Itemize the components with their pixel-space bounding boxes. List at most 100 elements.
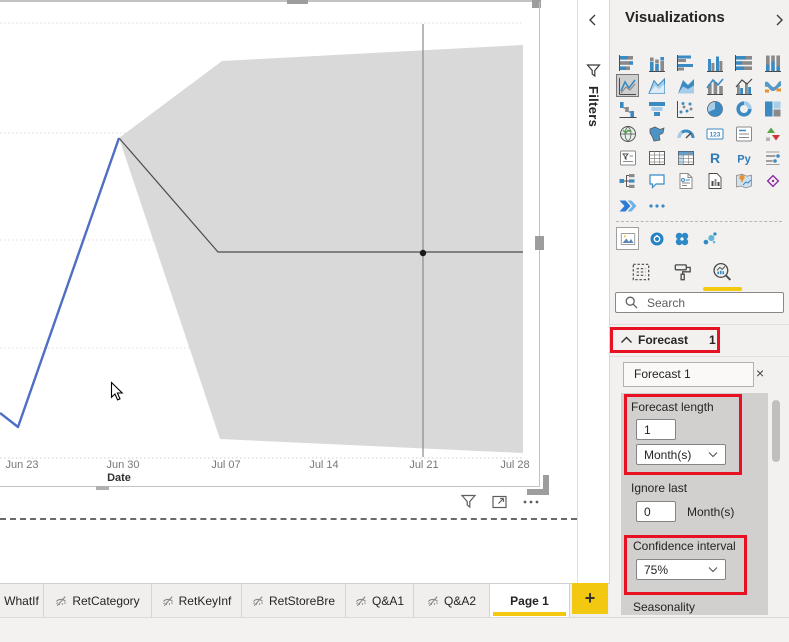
visual-type-multi-row-card-icon[interactable]: [733, 123, 754, 144]
hidden-page-icon: [355, 595, 367, 607]
visual-type-pie-chart-icon[interactable]: [704, 98, 725, 119]
custom-visual-ai-visual-2-icon[interactable]: [671, 228, 692, 249]
page-tab-q-a1[interactable]: Q&A1: [346, 584, 414, 617]
visual-type-line-chart-icon[interactable]: [616, 74, 639, 97]
visual-type-key-influencers-icon[interactable]: [762, 147, 783, 168]
visual-selection-bottom-border: [0, 486, 540, 487]
search-box[interactable]: [615, 292, 784, 313]
custom-visual-ai-visual-3-icon[interactable]: [699, 228, 720, 249]
visual-type-card-icon[interactable]: 123: [704, 123, 725, 144]
page-boundary-dotted-line: [0, 518, 577, 520]
visual-selection-right-handle[interactable]: [535, 236, 544, 250]
chevron-down-icon: [708, 567, 718, 573]
forecast-1-chip[interactable]: Forecast 1: [623, 362, 754, 387]
hidden-page-icon: [427, 595, 439, 607]
page-tab-q-a2[interactable]: Q&A2: [414, 584, 490, 617]
new-page-button[interactable]: +: [572, 583, 608, 614]
forecast-length-unit-dropdown[interactable]: Month(s): [636, 444, 726, 465]
forecast-settings-card: Forecast length 1 Month(s) Ignore last 0…: [621, 393, 768, 615]
visual-type-arcgis-map-icon[interactable]: [733, 170, 754, 191]
visual-type-filled-map-icon[interactable]: [646, 123, 667, 144]
custom-visual-ai-visual-1-icon[interactable]: [646, 228, 667, 249]
visual-type-donut-chart-icon[interactable]: [733, 98, 754, 119]
visual-type-power-automate-icon[interactable]: [617, 195, 638, 216]
visual-type-clustered-column-chart-icon[interactable]: [704, 52, 725, 73]
focus-mode-icon[interactable]: [491, 493, 509, 511]
page-tab-label: RetKeyInf: [178, 593, 232, 608]
line-chart-visual[interactable]: Jun 23 Jun 30 Jul 07 Jul 14 Jul 21 Jul 28 Date: [0, 0, 577, 520]
pane-tab-analytics[interactable]: [709, 259, 735, 285]
search-icon: [625, 296, 638, 309]
x-axis-tick-label: Jul 21: [409, 459, 438, 471]
visual-type-matrix-icon[interactable]: [675, 147, 696, 168]
x-axis-tick-label: Jul 07: [211, 459, 240, 471]
collapse-forecast-section-chevron-up-icon[interactable]: [620, 335, 633, 345]
visual-type-python-visual-icon[interactable]: Py: [733, 147, 754, 168]
visual-type-metrics-icon[interactable]: [704, 170, 725, 191]
ignore-last-input[interactable]: 0: [636, 501, 676, 522]
visual-type-waterfall-chart-icon[interactable]: [617, 98, 638, 119]
x-axis-tick-label: Jun 23: [5, 459, 38, 471]
visual-type-funnel-chart-icon[interactable]: [646, 98, 667, 119]
visual-type-ribbon-chart-icon[interactable]: [762, 75, 783, 96]
status-bar: [0, 617, 789, 642]
visual-type-pct-stacked-column-chart-icon[interactable]: [762, 52, 783, 73]
divider: [610, 324, 789, 325]
visual-type-decomposition-tree-icon[interactable]: [617, 170, 638, 191]
svg-text:123: 123: [709, 131, 720, 138]
page-tab-bar: WhatIf RetCategory RetKeyInf RetStoreBre Q&A…: [0, 583, 610, 617]
visual-type-stacked-bar-chart-icon[interactable]: [617, 52, 638, 73]
confidence-interval-dropdown[interactable]: 75%: [636, 559, 726, 580]
visual-type-pct-stacked-bar-chart-icon[interactable]: [733, 52, 754, 73]
page-tab-whatif[interactable]: WhatIf: [0, 584, 44, 617]
visual-type-treemap-icon[interactable]: [762, 98, 783, 119]
visual-type-gauge-icon[interactable]: [675, 123, 696, 144]
visual-type-r-script-icon[interactable]: R: [704, 147, 725, 168]
seasonality-label: Seasonality: [633, 600, 696, 614]
pane-scrollbar-thumb[interactable]: [772, 400, 780, 462]
remove-forecast-close-icon[interactable]: ×: [756, 365, 764, 381]
svg-text:R: R: [709, 150, 719, 166]
visual-type-power-apps-icon[interactable]: [762, 170, 783, 191]
custom-visual-image-visual-icon[interactable]: [616, 227, 639, 250]
visual-footer-toolbar: [460, 492, 542, 512]
visual-type-line-stacked-column-chart-icon[interactable]: [704, 75, 725, 96]
visual-type-line-clustered-column-chart-icon[interactable]: [733, 75, 754, 96]
x-axis-tick-label: Jul 28: [500, 459, 529, 471]
hidden-page-icon: [55, 595, 67, 607]
collapse-visualizations-chevron-right-icon[interactable]: [774, 13, 786, 27]
visual-type-stacked-column-chart-icon[interactable]: [646, 52, 667, 73]
page-tab-retkeyinf[interactable]: RetKeyInf: [152, 584, 242, 617]
pane-tab-format[interactable]: [670, 259, 696, 285]
expand-filters-chevron-left-icon[interactable]: [587, 13, 599, 27]
visual-selection-top-handle[interactable]: [287, 0, 308, 4]
pane-tab-fields[interactable]: [628, 259, 654, 285]
visual-type-scatter-chart-icon[interactable]: [675, 98, 696, 119]
visual-type-more-visuals-icon[interactable]: [646, 195, 667, 216]
visual-type-smart-narrative-icon[interactable]: [646, 170, 667, 191]
confidence-interval-label: Confidence interval: [633, 539, 736, 553]
visual-hscrollbar-thumb[interactable]: [96, 486, 109, 490]
chevron-down-icon: [708, 452, 718, 458]
page-tab-retstorebre[interactable]: RetStoreBre: [242, 584, 346, 617]
visual-type-stacked-area-chart-icon[interactable]: [675, 75, 696, 96]
forecast-section-label[interactable]: Forecast: [638, 333, 688, 347]
visual-type-kpi-icon[interactable]: [762, 123, 783, 144]
page-tab-retcategory[interactable]: RetCategory: [44, 584, 152, 617]
visual-type-table-icon[interactable]: [646, 147, 667, 168]
more-options-icon[interactable]: [522, 493, 540, 511]
visual-type-slicer-icon[interactable]: [617, 147, 638, 168]
forecast-length-unit-value: Month(s): [644, 447, 692, 462]
page-tab-label: RetStoreBre: [268, 593, 336, 608]
visual-type-clustered-bar-chart-icon[interactable]: [675, 52, 696, 73]
filter-funnel-icon[interactable]: [586, 63, 601, 78]
visual-type-area-chart-icon[interactable]: [646, 75, 667, 96]
visual-type-paginated-report-icon[interactable]: [675, 170, 696, 191]
filters-pane-title[interactable]: Filters: [586, 86, 601, 127]
search-input[interactable]: [645, 294, 769, 311]
filter-icon[interactable]: [460, 493, 478, 511]
visual-type-map-icon[interactable]: [617, 123, 638, 144]
page-tab-label: Q&A1: [371, 593, 404, 608]
page-tab-page-1[interactable]: Page 1: [490, 584, 570, 617]
forecast-length-input[interactable]: 1: [636, 419, 676, 440]
